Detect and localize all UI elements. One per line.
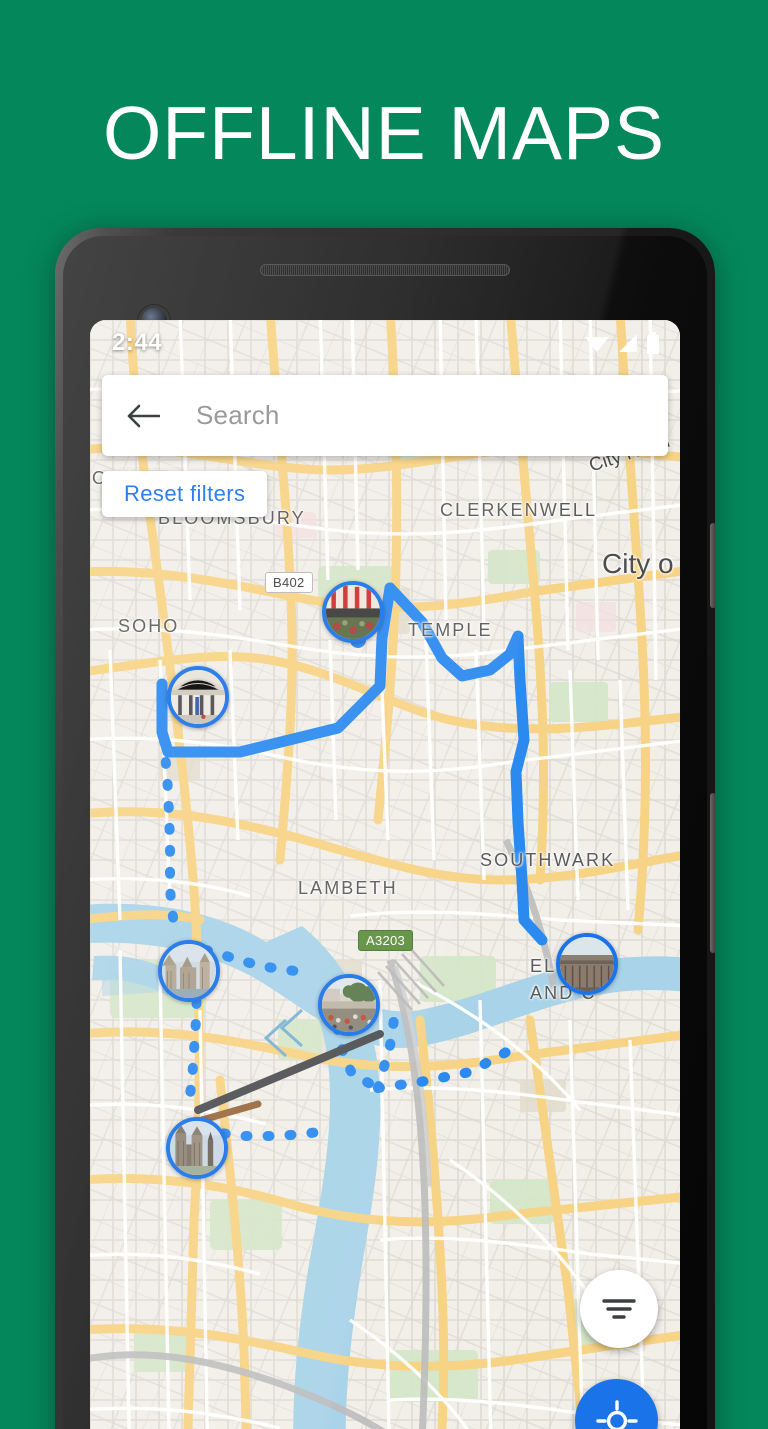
search-input[interactable]: Search (196, 400, 280, 431)
road-shield-b402: B402 (265, 572, 313, 593)
phone-screen: OWN BLOOMSBURY CLERKENWELL SOHO TEMPLE L… (90, 320, 680, 1429)
speaker-grille (260, 264, 510, 276)
marker-houses-parliament[interactable] (158, 940, 220, 1002)
marker-south-bank[interactable] (318, 974, 380, 1036)
filter-icon (602, 1299, 636, 1319)
signal-icon (619, 334, 637, 352)
marker-covent-garden[interactable] (322, 581, 384, 643)
power-button[interactable] (710, 523, 715, 608)
page-title: OFFLINE MAPS (102, 91, 666, 175)
battery-icon (647, 332, 659, 354)
phone-mockup: OWN BLOOMSBURY CLERKENWELL SOHO TEMPLE L… (55, 228, 715, 1429)
marker-tower-bridge[interactable] (556, 933, 618, 995)
marker-british-museum[interactable] (167, 666, 229, 728)
status-icons (584, 332, 660, 354)
back-arrow-icon[interactable] (126, 403, 160, 429)
road-shield-a3203: A3203 (358, 930, 414, 951)
marker-westminster-abbey[interactable] (166, 1117, 228, 1179)
wifi-icon (585, 337, 609, 352)
search-bar[interactable]: Search (102, 375, 668, 456)
my-location-icon (595, 1399, 638, 1429)
filter-fab-button[interactable] (580, 1270, 658, 1348)
status-bar: 2:44 (90, 320, 680, 366)
volume-button[interactable] (710, 793, 715, 953)
status-time: 2:44 (112, 329, 163, 356)
reset-filters-button[interactable]: Reset filters (102, 471, 268, 517)
